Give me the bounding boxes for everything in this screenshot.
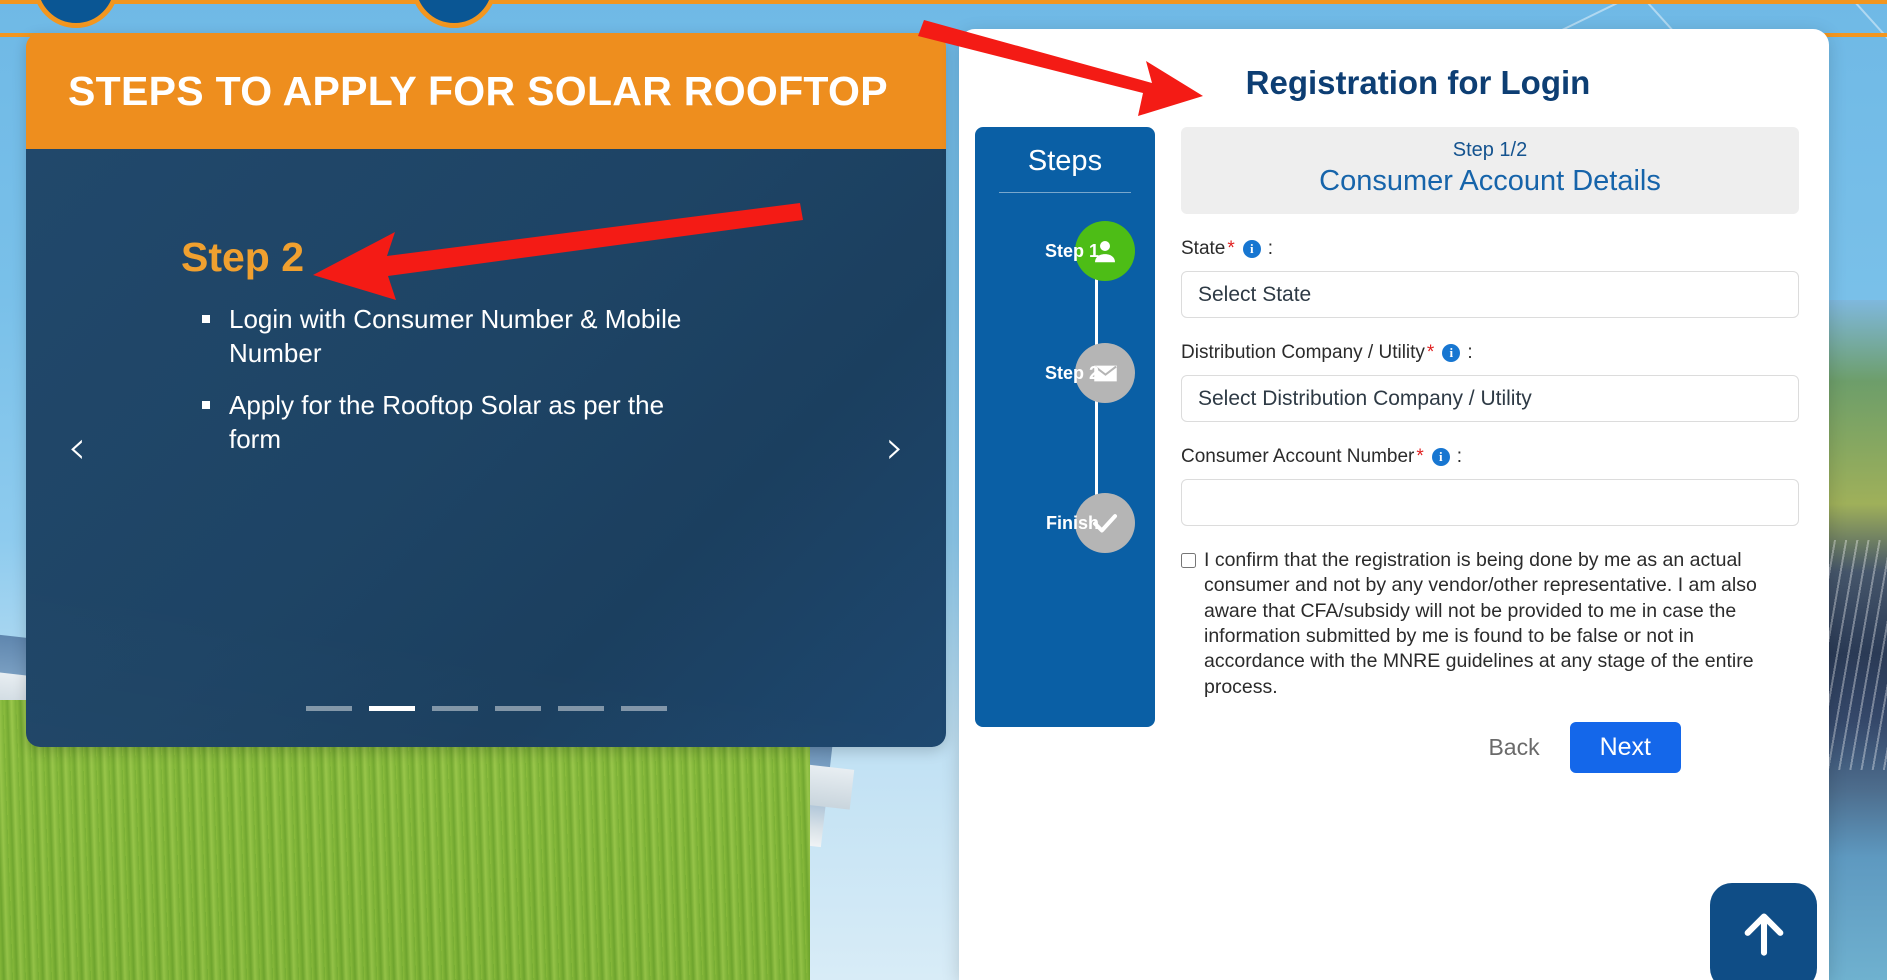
- page-root: STEPS TO APPLY FOR SOLAR ROOFTOP Step 2 …: [0, 0, 1887, 980]
- next-button[interactable]: Next: [1569, 722, 1681, 774]
- carousel-prev-button[interactable]: ‹: [54, 418, 100, 478]
- discom-label: Distribution Company / Utility * i:: [1181, 342, 1799, 364]
- state-label-text: State: [1181, 238, 1226, 259]
- header-top-rule: [0, 0, 1887, 4]
- registration-card: Registration for Login Steps Step 1 Step…: [959, 29, 1829, 980]
- slide-bullet-item: Login with Consumer Number & Mobile Numb…: [202, 302, 722, 370]
- carousel-indicator[interactable]: [305, 706, 352, 711]
- registration-body: Steps Step 1 Step 2 Finish Step 1/2 Cons…: [959, 127, 1829, 774]
- info-icon[interactable]: i: [1242, 240, 1261, 258]
- form-actions: Back Next: [1181, 722, 1799, 774]
- arrow-up-icon: [1736, 906, 1792, 967]
- label-colon: :: [1267, 238, 1274, 259]
- consumer-account-label-text: Consumer Account Number: [1181, 446, 1415, 467]
- required-marker: *: [1426, 342, 1435, 363]
- carousel-indicator-active[interactable]: [368, 706, 415, 711]
- steps-divider: [999, 192, 1131, 193]
- carousel-indicator[interactable]: [620, 706, 667, 711]
- steps-heading: Steps: [1027, 145, 1103, 177]
- slide-bullet-item: Apply for the Rooftop Solar as per the f…: [202, 388, 722, 456]
- steps-carousel-card: STEPS TO APPLY FOR SOLAR ROOFTOP Step 2 …: [26, 33, 946, 747]
- carousel-next-button[interactable]: ›: [872, 418, 918, 478]
- required-marker: *: [1416, 446, 1424, 467]
- step-1-label: Step 1: [1044, 240, 1099, 261]
- step-2-label: Step 2: [1044, 362, 1099, 383]
- steps-sidebar: Steps Step 1 Step 2 Finish: [975, 127, 1155, 727]
- state-select[interactable]: Select State: [1181, 271, 1799, 318]
- page-title: Registration for Login: [1245, 64, 1591, 101]
- carousel-header-title: STEPS TO APPLY FOR SOLAR ROOFTOP: [68, 67, 888, 114]
- field-group-discom: Distribution Company / Utility * i: Select…: [1181, 342, 1799, 422]
- slide-title: Step 2: [181, 234, 305, 280]
- sidebar-step-1[interactable]: Step 1: [975, 215, 1155, 287]
- slide-bullet-list: Login with Consumer Number & Mobile Numb…: [202, 302, 722, 474]
- registration-form: Step 1/2 Consumer Account Details State *…: [1155, 127, 1829, 774]
- header-logo-circle-1: [33, 0, 119, 28]
- confirmation-text: I confirm that the registration is being…: [1204, 549, 1757, 698]
- scroll-to-top-button[interactable]: [1710, 883, 1817, 980]
- field-group-state: State * i: Select State: [1181, 238, 1799, 318]
- header-logo-circle-2: [411, 0, 497, 28]
- carousel-header: STEPS TO APPLY FOR SOLAR ROOFTOP: [26, 33, 946, 149]
- form-step-count: Step 1/2: [1452, 139, 1528, 161]
- carousel-slide: Step 2 Login with Consumer Number & Mobi…: [26, 149, 946, 747]
- form-step-name: Consumer Account Details: [1319, 165, 1661, 197]
- carousel-indicator[interactable]: [557, 706, 604, 711]
- discom-label-text: Distribution Company / Utility: [1181, 342, 1425, 363]
- consumer-account-label: Consumer Account Number * i:: [1181, 446, 1799, 468]
- sidebar-step-2[interactable]: Step 2: [975, 337, 1155, 409]
- label-colon: :: [1467, 342, 1473, 363]
- info-icon[interactable]: i: [1431, 448, 1450, 466]
- back-button[interactable]: Back: [1474, 726, 1553, 769]
- label-colon: :: [1456, 446, 1463, 467]
- step-finish-label: Finish: [1046, 512, 1099, 533]
- info-icon[interactable]: i: [1442, 344, 1461, 362]
- confirmation-row: I confirm that the registration is being…: [1181, 548, 1799, 700]
- carousel-indicator[interactable]: [431, 706, 478, 711]
- state-label: State * i:: [1181, 238, 1799, 260]
- carousel-indicators: [26, 706, 946, 711]
- discom-select[interactable]: Select Distribution Company / Utility: [1181, 375, 1799, 422]
- consumer-account-number-input[interactable]: [1181, 479, 1799, 526]
- confirmation-checkbox[interactable]: [1181, 553, 1196, 568]
- sidebar-step-finish[interactable]: Finish: [975, 487, 1155, 559]
- form-step-header: Step 1/2 Consumer Account Details: [1181, 127, 1799, 214]
- field-group-consumer-account: Consumer Account Number * i:: [1181, 446, 1799, 526]
- carousel-indicator[interactable]: [494, 706, 541, 711]
- decorative-line: [1559, 0, 1831, 32]
- required-marker: *: [1227, 238, 1235, 259]
- decorative-line: [1844, 0, 1887, 44]
